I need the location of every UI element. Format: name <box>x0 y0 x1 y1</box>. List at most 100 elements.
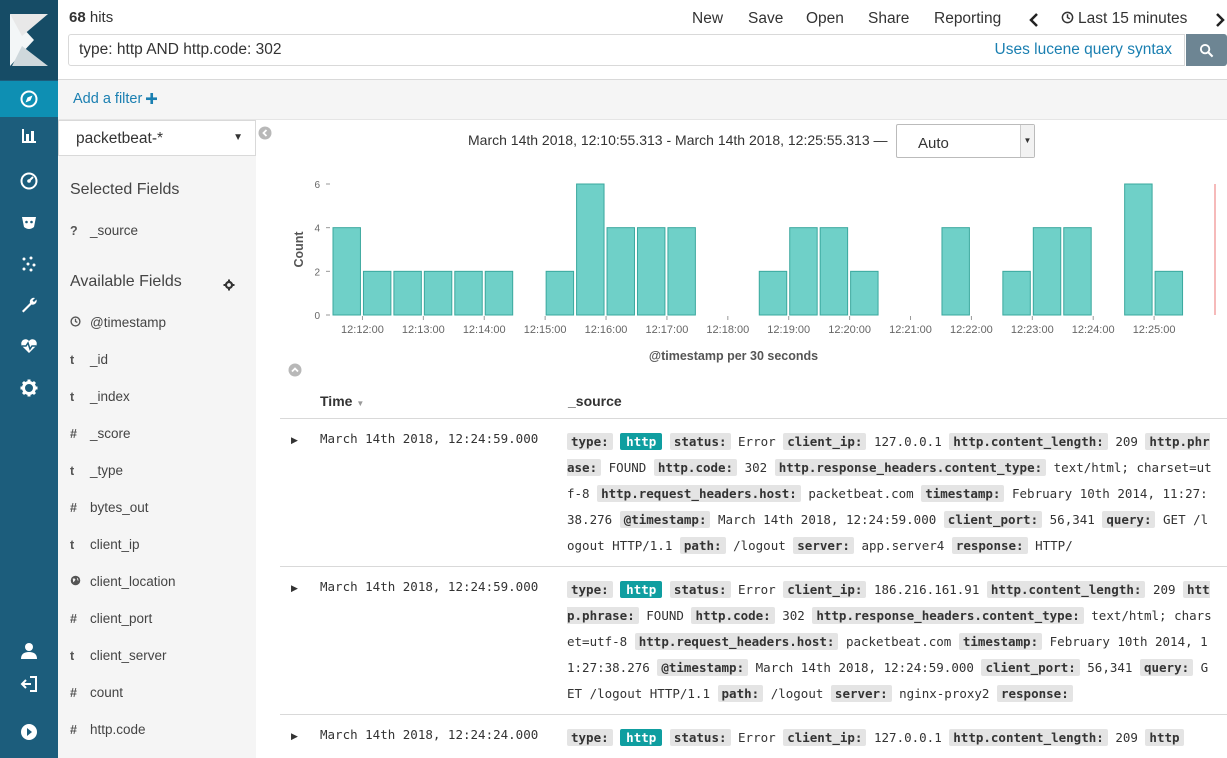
histogram-bar[interactable] <box>758 270 788 316</box>
field-item-index[interactable]: t _index <box>70 389 250 409</box>
histogram-bar[interactable] <box>636 227 666 316</box>
histogram-bar[interactable] <box>789 227 818 316</box>
source-field-key: server: <box>830 685 892 702</box>
source-field-key: http.request_headers.host: <box>597 485 801 502</box>
source-field-key: type: <box>567 729 613 746</box>
source-field-key: http.content_length: <box>949 729 1108 746</box>
gear-icon[interactable] <box>223 279 235 291</box>
reporting-button[interactable]: Reporting <box>934 10 1001 28</box>
histogram-bar[interactable] <box>576 183 605 316</box>
search-icon <box>1199 43 1214 57</box>
histogram-bar[interactable] <box>941 227 970 316</box>
kibana-logo[interactable] <box>0 0 58 80</box>
histogram-bar[interactable] <box>423 270 453 316</box>
index-pattern-select[interactable]: packetbeat-* ▼ <box>58 120 256 156</box>
field-item-score[interactable]: # _score <box>70 426 250 446</box>
expand-row-icon[interactable]: ▶ <box>291 731 298 742</box>
search-button[interactable] <box>1186 34 1227 66</box>
histogram-bar[interactable] <box>1154 270 1184 316</box>
histogram-bar[interactable] <box>1032 227 1062 316</box>
x-tick-label: 12:23:00 <box>1011 324 1054 336</box>
lucene-syntax-link[interactable]: Uses lucene query syntax <box>995 41 1172 59</box>
field-item-bytes-out[interactable]: # bytes_out <box>70 500 250 520</box>
field-item-client-server[interactable]: t client_server <box>70 648 250 668</box>
doc-table-row[interactable]: ▶ March 14th 2018, 12:24:24.000 type: http… <box>280 715 1227 758</box>
histogram-bar[interactable] <box>332 227 361 316</box>
histogram-bar[interactable] <box>1124 183 1153 316</box>
field-type-string-icon: t <box>70 649 75 663</box>
nav-logout-icon[interactable] <box>0 666 58 702</box>
add-filter-button[interactable]: Add a filter <box>73 91 158 107</box>
field-item-id[interactable]: t _id <box>70 352 250 372</box>
save-button[interactable]: Save <box>748 10 783 28</box>
field-type-string-icon: t <box>70 538 75 552</box>
field-item-count[interactable]: # count <box>70 685 250 705</box>
nav-visualize-icon[interactable] <box>0 118 58 154</box>
source-field-value: March 14th 2018, 12:24:59.000 <box>755 660 974 675</box>
available-fields-heading: Available Fields <box>70 273 182 290</box>
expand-row-icon[interactable]: ▶ <box>291 583 298 594</box>
field-type-number-icon: # <box>70 686 77 700</box>
doc-table-row[interactable]: ▶ March 14th 2018, 12:24:59.000 type: http… <box>280 567 1227 715</box>
nav-discover-icon[interactable] <box>0 81 58 117</box>
field-type-number-icon: # <box>70 723 77 737</box>
source-field-value: 56,341 <box>1087 660 1133 675</box>
field-item-client-location[interactable]: client_location <box>70 574 250 594</box>
field-item-http-code[interactable]: # http.code <box>70 722 250 742</box>
field-name: bytes_out <box>90 500 149 515</box>
time-range-display: March 14th 2018, 12:10:55.313 - March 14… <box>468 132 888 148</box>
nav-dev-tools-icon[interactable] <box>0 287 58 323</box>
share-button[interactable]: Share <box>868 10 909 28</box>
time-range-label: Last 15 minutes <box>1078 10 1188 27</box>
field-item-client-port[interactable]: # client_port <box>70 611 250 631</box>
nav-user-icon[interactable] <box>0 633 58 669</box>
search-input[interactable] <box>69 35 969 65</box>
doc-timestamp: March 14th 2018, 12:24:59.000 <box>320 431 539 446</box>
nav-monitoring-icon[interactable] <box>0 328 58 364</box>
field-name: count <box>90 685 124 700</box>
field-item-source[interactable]: ? _source <box>70 223 250 243</box>
time-picker[interactable]: Last 15 minutes <box>1061 10 1187 28</box>
expand-row-icon[interactable]: ▶ <box>291 435 298 446</box>
chevron-right-icon[interactable] <box>1215 13 1225 27</box>
nav-dashboard-icon[interactable] <box>0 163 58 199</box>
interval-select[interactable]: Auto ▼ <box>896 124 1035 158</box>
histogram-bar[interactable] <box>1002 270 1031 316</box>
histogram-bar[interactable] <box>362 270 392 316</box>
histogram-bar[interactable] <box>545 270 575 316</box>
histogram-bar[interactable] <box>667 227 696 316</box>
open-button[interactable]: Open <box>806 10 844 28</box>
source-field-key: client_ip: <box>783 581 867 598</box>
source-field-key: query: <box>1102 511 1156 528</box>
interval-label: Auto <box>918 135 949 152</box>
nav-machine-learning-icon[interactable] <box>0 246 58 282</box>
source-column-header: _source <box>568 393 622 409</box>
histogram-bar[interactable] <box>606 227 635 316</box>
nav-collapse-icon[interactable] <box>0 714 58 750</box>
histogram-bar[interactable] <box>393 270 422 316</box>
field-name: client_server <box>90 648 167 663</box>
clock-icon <box>70 316 90 330</box>
source-field-key: path: <box>679 537 726 554</box>
histogram-bar[interactable] <box>850 270 879 316</box>
x-tick-label: 12:22:00 <box>950 324 993 336</box>
field-item-client-ip[interactable]: t client_ip <box>70 537 250 557</box>
x-tick-label: 12:24:00 <box>1072 324 1115 336</box>
histogram-bar[interactable] <box>819 227 849 316</box>
time-column-header[interactable]: Time ▼ <box>320 393 364 409</box>
new-button[interactable]: New <box>692 10 723 28</box>
nav-management-icon[interactable] <box>0 370 58 406</box>
nav-timelion-icon[interactable] <box>0 205 58 241</box>
source-field-key: http.content_length: <box>949 433 1108 450</box>
sort-down-icon: ▼ <box>356 399 365 408</box>
field-item-type[interactable]: t _type <box>70 463 250 483</box>
source-field-key: type: <box>567 433 613 450</box>
histogram-bar[interactable] <box>1063 227 1092 316</box>
chevron-left-icon[interactable] <box>1028 13 1040 27</box>
doc-table-row[interactable]: ▶ March 14th 2018, 12:24:59.000 type: http… <box>280 419 1227 567</box>
histogram-bar[interactable] <box>454 270 483 316</box>
field-name: http.code <box>90 722 146 737</box>
collapse-sidebar-icon[interactable] <box>258 126 272 140</box>
field-item-timestamp[interactable]: @timestamp <box>70 315 250 335</box>
histogram-bar[interactable] <box>484 270 514 316</box>
